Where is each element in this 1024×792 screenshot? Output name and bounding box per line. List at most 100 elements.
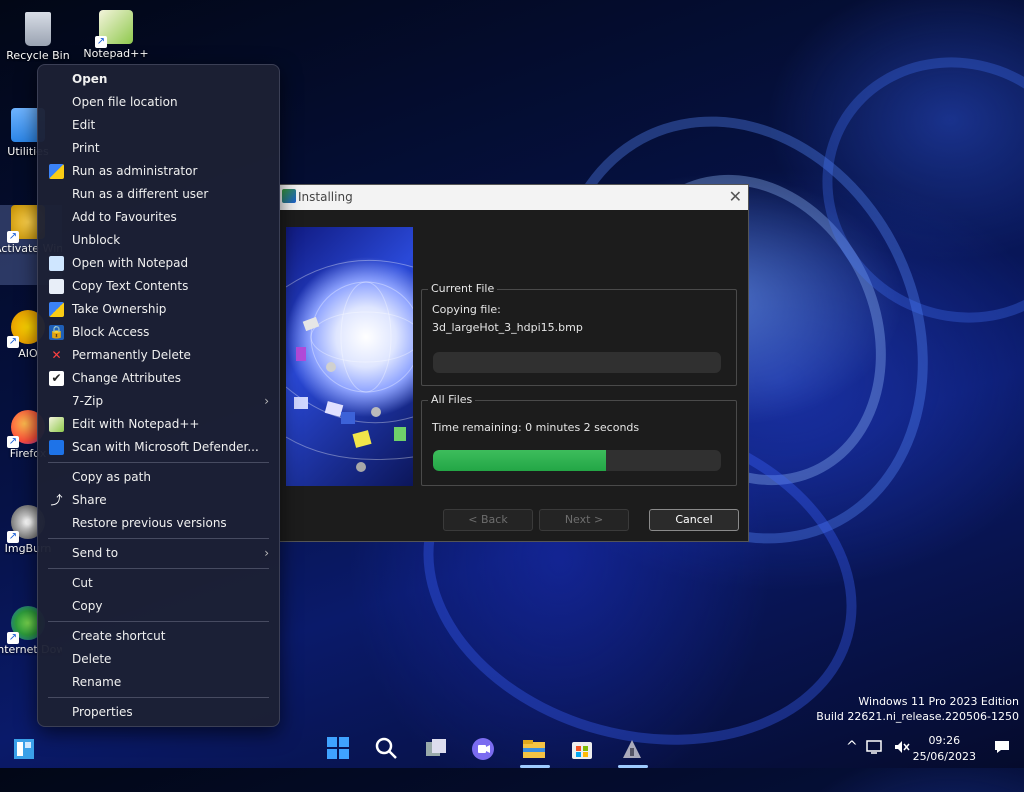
chevron-right-icon: › (264, 546, 269, 560)
installer-title: Installing (298, 190, 353, 204)
current-file-name: 3d_largeHot_3_hdpi15.bmp (432, 321, 583, 334)
menu-item-label: Rename (72, 675, 122, 689)
network-icon[interactable] (866, 739, 884, 759)
shortcut-arrow-icon: ↗ (7, 231, 19, 243)
watermark-build: Build 22621.ni_release.220506-1250 (816, 710, 1019, 723)
menu-separator (48, 568, 269, 569)
menu-item-scan-with-microsoft-defender[interactable]: Scan with Microsoft Defender... (38, 436, 279, 459)
time-remaining-label: Time remaining: 0 minutes 2 seconds (432, 421, 640, 434)
menu-item-label: Scan with Microsoft Defender... (72, 440, 259, 454)
microsoft-store-icon[interactable] (569, 736, 595, 762)
menu-item-share[interactable]: ⤴ Share (38, 489, 279, 512)
menu-item-print[interactable]: Print (38, 137, 279, 160)
desktop-icon-notepadpp[interactable]: ↗ Notepad++ (82, 10, 150, 60)
start-windows-icon[interactable] (325, 736, 351, 762)
notepad-icon (49, 256, 64, 271)
all-files-legend: All Files (428, 393, 476, 406)
menu-item-label: Send to (72, 546, 119, 560)
menu-separator (48, 621, 269, 622)
menu-item-open[interactable]: Open (38, 68, 279, 91)
menu-item-label: 7-Zip (72, 394, 104, 408)
next-button[interactable]: Next > (539, 509, 629, 531)
menu-item-open-with-notepad[interactable]: Open with Notepad (38, 252, 279, 275)
menu-item-block-access[interactable]: 🔒 Block Access (38, 321, 279, 344)
clock-time: 09:26 (928, 734, 961, 747)
file-explorer-icon[interactable] (521, 736, 547, 762)
menu-item-label: Permanently Delete (72, 348, 191, 362)
installer-titlebar[interactable]: Installing ✕ (280, 185, 748, 210)
all-files-group: All Files Time remaining: 0 minutes 2 se… (421, 393, 737, 486)
speaker-muted-icon[interactable] (893, 739, 911, 759)
task-view-icon[interactable] (423, 736, 449, 762)
red-x-icon: ✕ (51, 348, 62, 362)
menu-item-label: Delete (72, 652, 112, 666)
desktop-icon-recycle-bin[interactable]: Recycle Bin (4, 12, 72, 62)
menu-item-run-as-administrator[interactable]: Run as administrator (38, 160, 279, 183)
menu-item-cut[interactable]: Cut (38, 572, 279, 595)
menu-item-label: Copy Text Contents (72, 279, 189, 293)
menu-item-copy[interactable]: Copy (38, 595, 279, 618)
shortcut-arrow-icon: ↗ (7, 632, 19, 644)
menu-item-change-attributes[interactable]: ✔ Change Attributes (38, 367, 279, 390)
chevron-right-icon: › (264, 394, 269, 408)
taskbar-clock[interactable]: 09:26 25/06/2023 (913, 733, 976, 765)
menu-item-properties[interactable]: Properties (38, 701, 279, 724)
menu-item-open-file-location[interactable]: Open file location (38, 91, 279, 114)
all-files-progress-fill (433, 450, 606, 471)
menu-item-copy-text-contents[interactable]: Copy Text Contents (38, 275, 279, 298)
menu-item-label: Block Access (72, 325, 150, 339)
current-file-group: Current File Copying file: 3d_largeHot_3… (421, 282, 737, 386)
defender-shield-icon (49, 440, 64, 455)
menu-item-label: Take Ownership (72, 302, 167, 316)
menu-item-create-shortcut[interactable]: Create shortcut (38, 625, 279, 648)
tray-chevron-up-icon[interactable]: ^ (846, 739, 858, 755)
menu-item-copy-as-path[interactable]: Copy as path (38, 466, 279, 489)
context-menu: Open Open file location Edit Print Run as ad… (37, 64, 280, 727)
menu-item-add-to-favourites[interactable]: Add to Favourites (38, 206, 279, 229)
shortcut-arrow-icon: ↗ (7, 531, 19, 543)
menu-item-label: Edit (72, 118, 96, 132)
menu-item-label: Properties (72, 705, 133, 719)
notepadpp-icon (49, 417, 64, 432)
menu-item-delete[interactable]: Delete (38, 648, 279, 671)
search-icon[interactable] (373, 736, 399, 762)
widgets-icon[interactable] (11, 736, 37, 762)
setup-app-icon[interactable] (619, 736, 645, 762)
current-file-progress-bar (433, 352, 721, 373)
notepadpp-icon: ↗ (95, 10, 133, 48)
windows-build-watermark: Windows 11 Pro 2023 Edition Build 22621.… (816, 694, 1019, 724)
shortcut-arrow-icon: ↗ (95, 36, 107, 48)
installer-banner-image (286, 227, 413, 486)
menu-item-label: Open file location (72, 95, 178, 109)
menu-item-edit[interactable]: Edit (38, 114, 279, 137)
menu-item-label: Run as a different user (72, 187, 209, 201)
menu-separator (48, 538, 269, 539)
menu-item-permanently-delete[interactable]: ✕ Permanently Delete (38, 344, 279, 367)
teams-chat-icon[interactable] (470, 736, 496, 762)
menu-item-label: Cut (72, 576, 93, 590)
menu-item-label: Open with Notepad (72, 256, 189, 270)
menu-item-edit-with-notepad[interactable]: Edit with Notepad++ (38, 413, 279, 436)
menu-item-send-to[interactable]: Send to › (38, 542, 279, 565)
menu-item-run-as-a-different-user[interactable]: Run as a different user (38, 183, 279, 206)
back-button[interactable]: < Back (443, 509, 533, 531)
uac-shield-icon (49, 302, 64, 317)
menu-item-label: Share (72, 493, 107, 507)
clock-date: 25/06/2023 (912, 750, 976, 763)
menu-item-rename[interactable]: Rename (38, 671, 279, 694)
menu-item-label: Add to Favourites (72, 210, 177, 224)
menu-item-restore-previous-versions[interactable]: Restore previous versions (38, 512, 279, 535)
menu-item-unblock[interactable]: Unblock (38, 229, 279, 252)
menu-item-label: Create shortcut (72, 629, 166, 643)
close-icon[interactable]: ✕ (729, 187, 742, 206)
installer-window: Installing ✕ Current File Copying file: … (279, 184, 749, 542)
cancel-button[interactable]: Cancel (649, 509, 739, 531)
notification-icon[interactable] (993, 739, 1011, 759)
uac-shield-icon (49, 164, 64, 179)
shortcut-arrow-icon: ↗ (7, 436, 19, 448)
menu-item-label: Copy (72, 599, 103, 613)
menu-item-7-zip[interactable]: 7-Zip › (38, 390, 279, 413)
banner-artwork (286, 259, 413, 472)
menu-item-take-ownership[interactable]: Take Ownership (38, 298, 279, 321)
menu-item-label: Open (72, 72, 108, 86)
